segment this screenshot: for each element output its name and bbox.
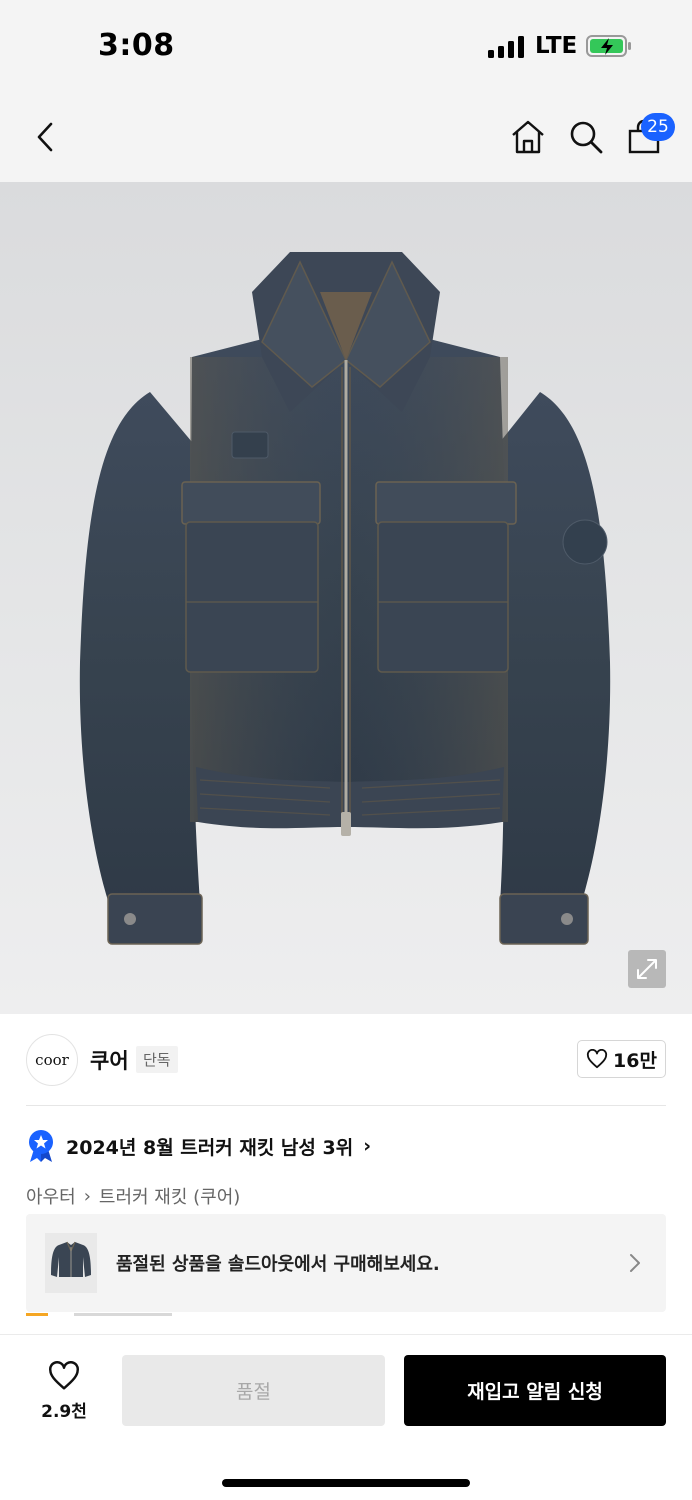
soldout-resale-banner[interactable]: 품절된 상품을 솔드아웃에서 구매해보세요. [26,1214,666,1312]
product-image[interactable] [0,182,692,1014]
restock-notify-button[interactable]: 재입고 알림 신청 [404,1355,666,1426]
brand-like-button[interactable]: 16만 [577,1040,666,1078]
scroll-content-peek [26,1313,172,1316]
home-indicator[interactable] [222,1479,470,1487]
breadcrumb-subcategory[interactable]: 트러커 재킷 (쿠어) [99,1183,240,1209]
brand-like-count: 16만 [613,1049,657,1072]
brand-name[interactable]: 쿠어 [90,1045,129,1075]
cart-count-badge: 25 [641,113,675,141]
brand-logo[interactable]: coor [26,1034,78,1086]
exclusive-tag: 단독 [136,1046,178,1073]
heart-outline-icon [586,1049,608,1069]
jacket-thumbnail-image [51,1241,91,1277]
breadcrumb-separator: › [83,1185,91,1207]
network-type: LTE [535,33,578,59]
soldout-banner-text: 품절된 상품을 솔드아웃에서 구매해보세요. [116,1254,440,1275]
battery-charging-icon [586,35,631,57]
signal-strength-icon [488,36,524,58]
expand-icon [637,959,657,979]
search-button[interactable] [562,92,610,182]
wishlist-count: 2.9천 [41,1401,87,1422]
wishlist-button[interactable]: 2.9천 [26,1356,102,1426]
ranking-link[interactable]: 2024년 8월 트러커 재킷 남성 3위 › [26,1128,371,1164]
ranking-text: 2024년 8월 트러커 재킷 남성 3위 [66,1136,354,1159]
product-thumbnail [45,1233,97,1293]
ranking-chevron: › [363,1135,372,1157]
search-icon [570,121,603,154]
expand-image-button[interactable] [628,950,666,988]
top-navigation [0,92,692,182]
heart-outline-icon [49,1360,79,1389]
status-bar: 3:08 LTE [0,0,692,92]
denim-jacket-illustration [79,252,611,945]
status-time: 3:08 [98,28,175,63]
breadcrumb: 아우터 › 트러커 재킷 (쿠어) [26,1183,240,1209]
home-icon [512,120,544,154]
ranking-medal-icon [29,1130,53,1162]
back-button[interactable] [20,92,70,182]
chevron-right-icon [630,1254,640,1272]
chevron-left-icon [37,122,53,152]
home-button[interactable] [504,92,552,182]
soldout-button: 품절 [122,1355,385,1426]
section-divider [26,1105,666,1106]
breadcrumb-category[interactable]: 아우터 [26,1183,76,1209]
